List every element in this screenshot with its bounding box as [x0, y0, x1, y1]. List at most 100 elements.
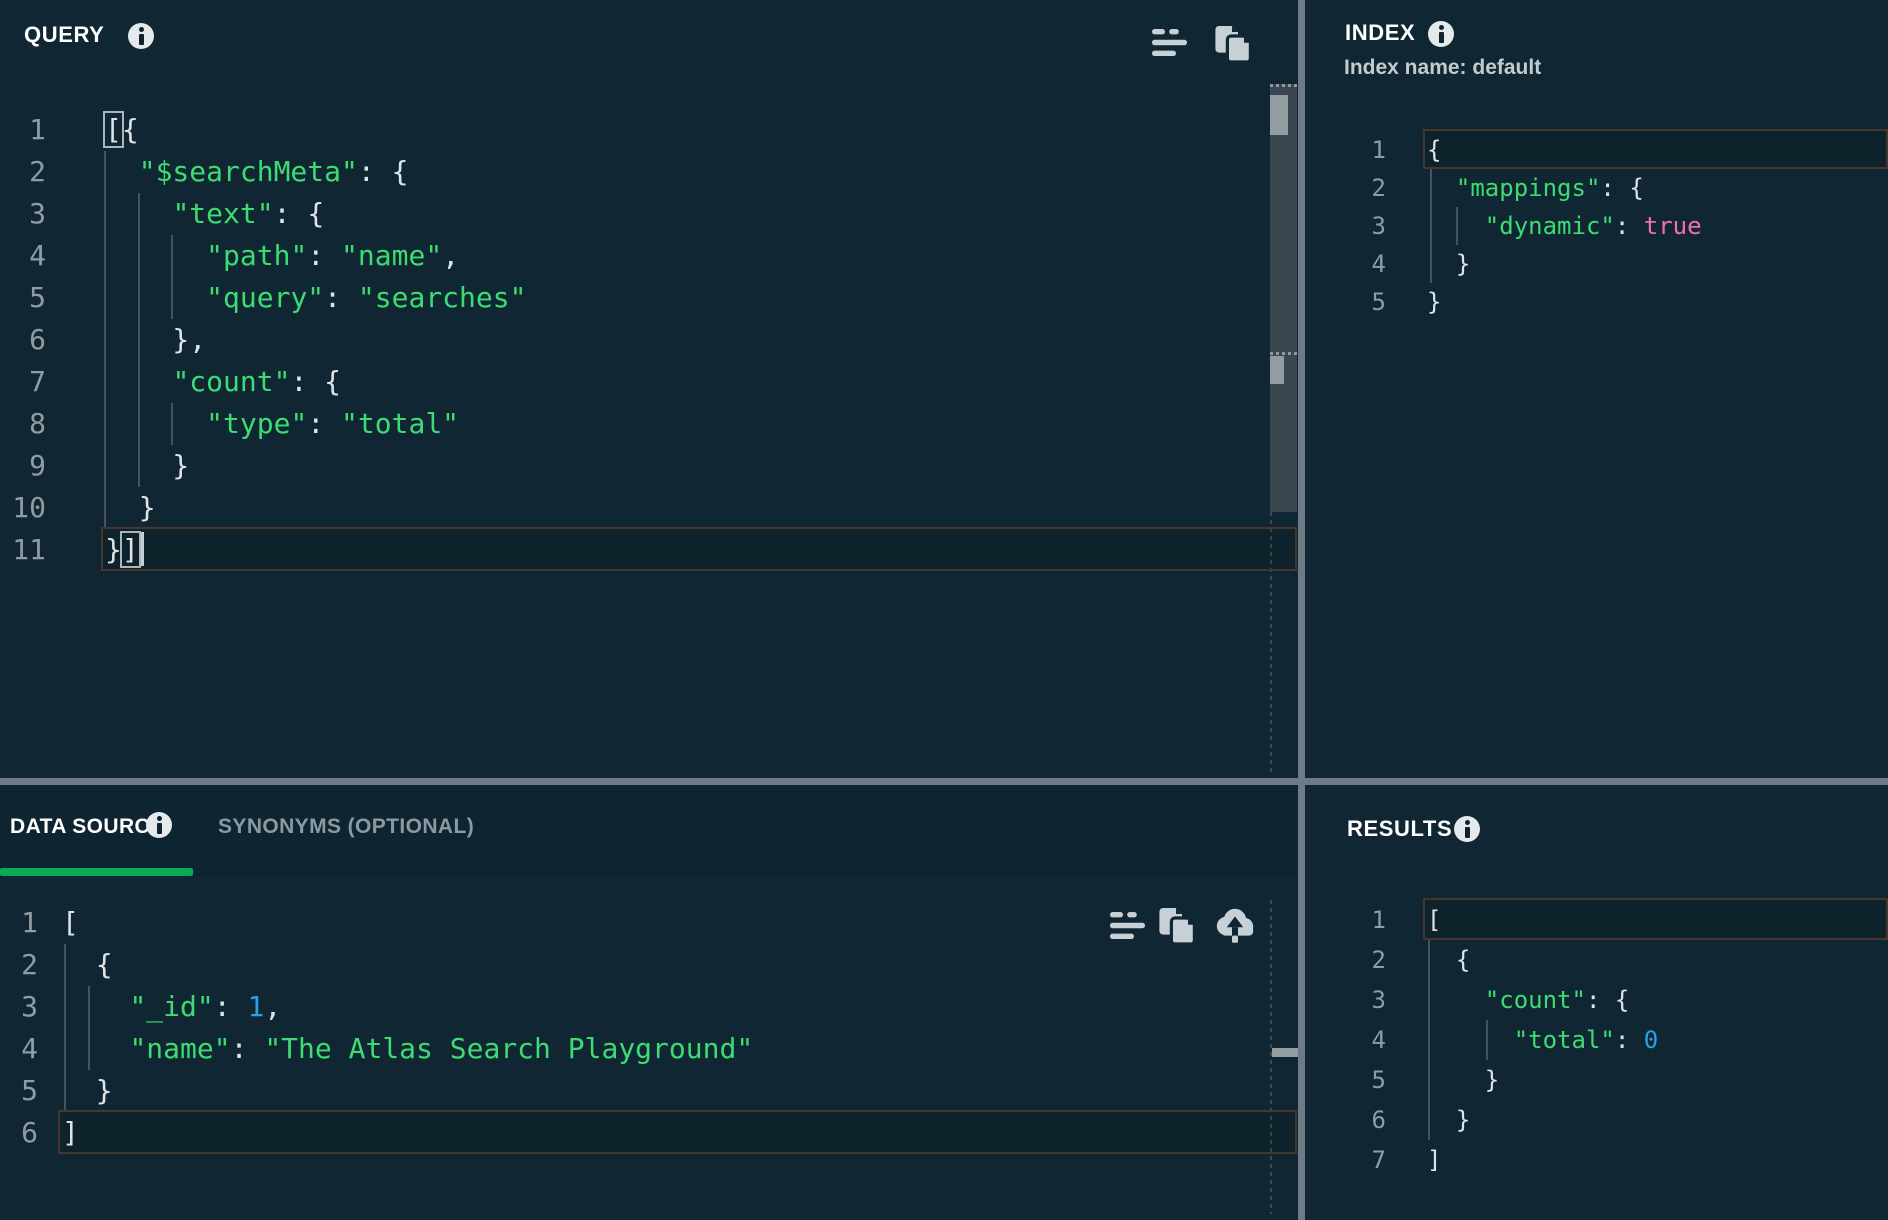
query-scrollbar-thumb[interactable]	[1270, 95, 1288, 135]
code-token: :	[274, 197, 308, 230]
info-icon[interactable]	[146, 812, 172, 838]
query-scrollbar-thumb-2[interactable]	[1270, 356, 1284, 384]
indent-guide	[171, 403, 173, 445]
line-number: 2	[1296, 940, 1386, 980]
indent-guide	[104, 151, 106, 529]
line-number: 3	[1296, 207, 1386, 245]
code-token: "dynamic"	[1485, 212, 1615, 240]
code-token	[105, 155, 139, 188]
code-line: "type": "total"	[105, 403, 459, 445]
code-token	[1427, 1026, 1514, 1054]
line-number: 1	[0, 109, 46, 151]
vertical-panel-resize-divider[interactable]	[1298, 0, 1305, 1220]
active-tab-indicator	[0, 868, 193, 876]
info-icon[interactable]	[1454, 816, 1480, 842]
line-number: 5	[1296, 283, 1386, 321]
data-source-editor-edge-guide	[1270, 900, 1272, 1214]
code-line: }	[1427, 1060, 1499, 1100]
code-token: :	[1615, 1026, 1644, 1054]
results-panel-title: RESULTS	[1347, 816, 1452, 842]
code-token: }	[105, 449, 189, 482]
code-token: :	[358, 155, 392, 188]
code-token: {	[62, 948, 113, 981]
code-token: "count"	[172, 365, 290, 398]
code-token	[105, 281, 206, 314]
format-code-icon[interactable]	[1110, 912, 1150, 940]
code-token: :	[324, 281, 358, 314]
line-number: 4	[1296, 245, 1386, 283]
code-token: {	[1629, 174, 1643, 202]
line-number: 1	[1296, 900, 1386, 940]
code-token: {	[392, 155, 409, 188]
code-line: [	[62, 902, 79, 944]
line-number: 8	[0, 403, 46, 445]
copy-icon[interactable]	[1158, 906, 1200, 946]
code-token: "count"	[1485, 986, 1586, 1014]
line-number: 1	[0, 902, 38, 944]
code-line: }	[1427, 283, 1441, 321]
code-token: "name"	[341, 239, 442, 272]
line-number: 10	[0, 487, 46, 529]
copy-icon[interactable]	[1214, 24, 1256, 64]
line-number: 3	[0, 193, 46, 235]
code-line: "$searchMeta": {	[105, 151, 408, 193]
data-source-tabbar	[0, 785, 1298, 876]
code-token	[62, 990, 129, 1023]
code-token	[62, 1032, 129, 1065]
code-token: }	[1427, 1106, 1470, 1134]
code-token: "query"	[206, 281, 324, 314]
matched-bracket: ]	[122, 533, 139, 566]
query-scrollbar-track[interactable]	[1270, 84, 1297, 512]
code-line: },	[105, 319, 206, 361]
upload-icon[interactable]	[1212, 904, 1258, 946]
code-line: ]	[62, 1112, 79, 1154]
line-number: 3	[1296, 980, 1386, 1020]
code-editors-layer[interactable]: 1[{2 "$searchMeta": {3 "text": {4 "path"…	[0, 0, 1888, 1220]
line-number: 2	[1296, 169, 1386, 207]
tab-data-source[interactable]: DATA SOURCE	[10, 815, 165, 839]
code-line: "_id": 1,	[62, 986, 281, 1028]
line-number: 7	[0, 361, 46, 403]
tab-synonyms[interactable]: SYNONYMS (OPTIONAL)	[218, 815, 474, 839]
code-token: "total"	[1514, 1026, 1615, 1054]
code-line: }	[1427, 1100, 1470, 1140]
code-token: }	[62, 1074, 113, 1107]
info-icon-bar	[139, 34, 144, 45]
active-line-highlight	[1423, 129, 1888, 169]
line-number: 5	[1296, 1060, 1386, 1100]
format-code-icon[interactable]	[1152, 29, 1192, 57]
line-number: 5	[0, 1070, 38, 1112]
code-line: "name": "The Atlas Search Playground"	[62, 1028, 753, 1070]
code-line: "path": "name",	[105, 235, 459, 277]
info-icon-dot	[157, 816, 162, 821]
code-token: {	[1427, 136, 1441, 164]
data-source-scrollbar-thumb[interactable]	[1272, 1048, 1298, 1057]
code-token: true	[1644, 212, 1702, 240]
active-line-highlight	[1423, 898, 1888, 940]
info-icon-dot	[1439, 25, 1444, 30]
indent-guide	[1428, 940, 1430, 1140]
code-token: "path"	[206, 239, 307, 272]
horizontal-panel-resize-divider[interactable]	[0, 778, 1888, 785]
code-token: [	[1427, 906, 1441, 934]
code-token: }	[1427, 250, 1470, 278]
line-number: 5	[0, 277, 46, 319]
code-token: }	[1427, 288, 1441, 316]
code-token: ,	[264, 990, 281, 1023]
code-token: ,	[442, 239, 459, 272]
line-number: 7	[1296, 1140, 1386, 1180]
info-icon-dot	[139, 27, 144, 32]
info-icon[interactable]	[128, 23, 154, 49]
query-scrollbar-dotted-edge	[1270, 84, 1297, 87]
indent-guide	[171, 235, 173, 319]
code-token: {	[324, 365, 341, 398]
code-line: ]	[1427, 1140, 1441, 1180]
atlas-search-playground: QUERY	[0, 0, 1888, 1220]
code-token: {	[1427, 946, 1470, 974]
code-token: 1	[247, 990, 264, 1023]
index-panel-title: INDEX	[1345, 20, 1415, 46]
info-icon[interactable]	[1428, 21, 1454, 47]
code-token: :	[1615, 212, 1644, 240]
line-number: 3	[0, 986, 38, 1028]
code-line: }	[1427, 245, 1470, 283]
